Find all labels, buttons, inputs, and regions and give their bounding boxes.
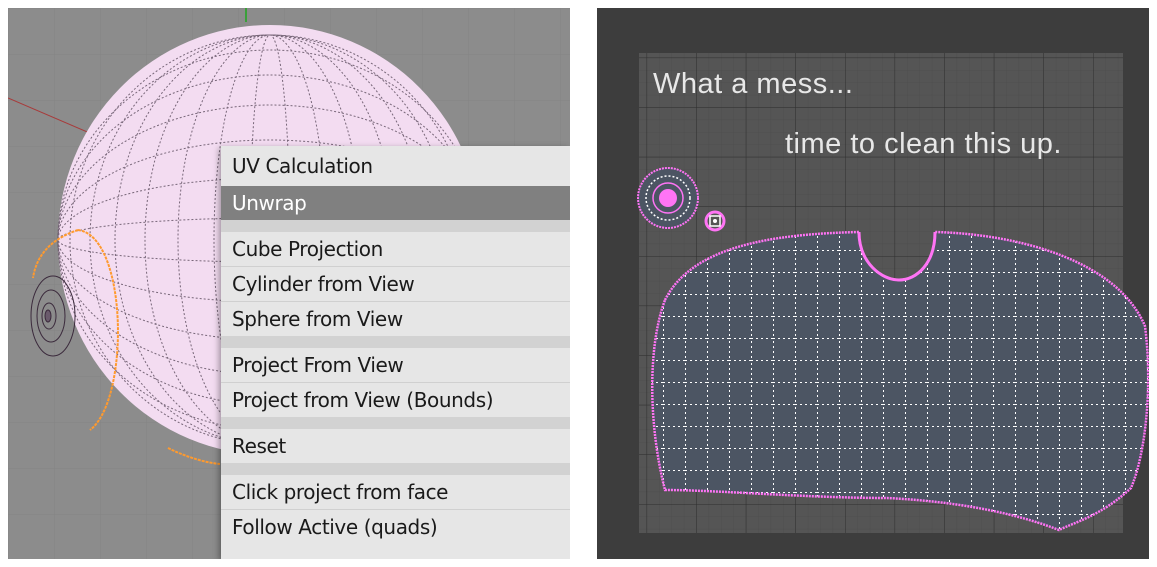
- menu-item-follow-active-quads[interactable]: Follow Active (quads): [221, 510, 570, 544]
- menu-title: UV Calculation: [232, 154, 373, 178]
- annotation-what-a-mess: What a mess...: [653, 68, 854, 100]
- menu-item-project-from-view[interactable]: Project From View: [221, 348, 570, 382]
- menu-separator: [221, 417, 570, 429]
- uv-editor[interactable]: What a mess... time to clean this up.: [597, 8, 1149, 559]
- menu-separator: [221, 336, 570, 348]
- menu-item-cube-projection[interactable]: Cube Projection: [221, 232, 570, 266]
- menu-item-click-project-from-face[interactable]: Click project from face: [221, 475, 570, 509]
- menu-item-unwrap[interactable]: Unwrap: [221, 186, 570, 220]
- menu-item-cylinder-from-view[interactable]: Cylinder from View: [221, 267, 570, 301]
- uv-unwrap-menu: UV Calculation Unwrap Cube Projection Cy…: [221, 146, 570, 559]
- menu-item-reset[interactable]: Reset: [221, 429, 570, 463]
- menu-item-sphere-from-view[interactable]: Sphere from View: [221, 302, 570, 336]
- annotation-clean-up: time to clean this up.: [785, 128, 1062, 160]
- menu-item-project-from-view-bounds[interactable]: Project from View (Bounds): [221, 383, 570, 417]
- uv-island-pole: [637, 167, 699, 229]
- 3d-viewport[interactable]: UV Calculation Unwrap Cube Projection Cy…: [8, 8, 570, 559]
- menu-separator: [221, 463, 570, 475]
- menu-separator: [221, 220, 570, 232]
